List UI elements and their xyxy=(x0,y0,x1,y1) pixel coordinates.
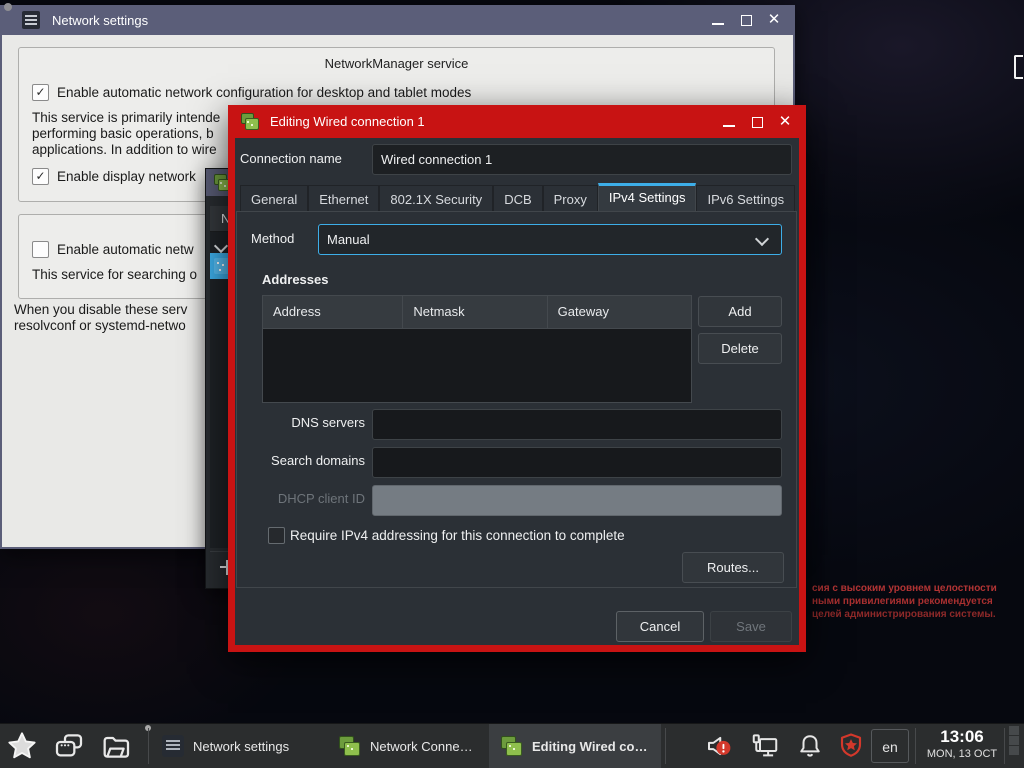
minimize-icon[interactable] xyxy=(711,13,725,27)
addresses-label: Addresses xyxy=(262,272,328,287)
separator xyxy=(665,728,666,764)
delete-button[interactable]: Delete xyxy=(698,333,782,364)
method-label: Method xyxy=(251,231,294,246)
service-desc-line1: This service is primarily intende xyxy=(32,110,220,125)
dns-servers-input[interactable] xyxy=(372,409,782,440)
network-connections-app-icon xyxy=(499,734,523,758)
watermark-line: целей администрирования системы. xyxy=(812,608,997,621)
addresses-table-header: Address Netmask Gateway xyxy=(263,296,691,329)
desktop: сия с высоким уровнем целостности ными п… xyxy=(0,0,1024,768)
footer-line1: When you disable these serv xyxy=(14,302,187,317)
dns-servers-label: DNS servers xyxy=(235,415,365,430)
search-desc: This service for searching o xyxy=(32,267,197,282)
panel-edge-widget[interactable] xyxy=(1009,726,1019,756)
auto-search-checkbox[interactable] xyxy=(32,241,49,258)
dialog-body: Connection name Wired connection 1 Gener… xyxy=(235,138,799,645)
dhcp-client-id-input xyxy=(372,485,782,516)
dialog-title: Editing Wired connection 1 xyxy=(270,114,425,129)
volume-muted-icon[interactable] xyxy=(704,731,734,761)
footer-line2: resolvconf or systemd-netwo xyxy=(14,318,186,333)
gateway-column-header[interactable]: Gateway xyxy=(548,296,691,328)
require-ipv4-checkbox[interactable] xyxy=(268,527,285,544)
separator xyxy=(148,728,149,764)
keyboard-layout-indicator[interactable]: en xyxy=(871,729,909,763)
watermark-line: сия с высоким уровнем целостности xyxy=(812,582,997,595)
favorites-star-icon[interactable] xyxy=(6,730,38,762)
watermark-line: ными привилегиями рекомендуется xyxy=(812,595,997,608)
security-shield-icon[interactable] xyxy=(836,731,866,761)
file-manager-folder-icon[interactable] xyxy=(100,730,132,762)
edit-connection-dialog: Editing Wired connection 1 ✕ Connection … xyxy=(228,105,806,652)
service-desc-line2: performing basic operations, b xyxy=(32,126,214,141)
tab-dcb[interactable]: DCB xyxy=(493,185,542,212)
close-icon[interactable]: ✕ xyxy=(767,13,781,27)
connection-name-label: Connection name xyxy=(240,151,342,166)
addresses-table[interactable]: Address Netmask Gateway xyxy=(262,295,692,403)
connection-name-input[interactable]: Wired connection 1 xyxy=(372,144,792,175)
display-network-checkbox[interactable]: ✓ xyxy=(32,168,49,185)
window-list-icon[interactable] xyxy=(53,730,85,762)
desktop-watermark: сия с высоким уровнем целостности ными п… xyxy=(812,582,997,621)
display-network-checkbox-label: Enable display network xyxy=(57,169,196,184)
tab-ethernet[interactable]: Ethernet xyxy=(308,185,379,212)
cancel-button[interactable]: Cancel xyxy=(616,611,704,642)
maximize-icon[interactable] xyxy=(750,115,764,129)
network-connections-app-icon xyxy=(337,734,361,758)
service-desc-line3: applications. In addition to wire xyxy=(32,142,217,157)
edit-connection-titlebar[interactable]: Editing Wired connection 1 ✕ xyxy=(228,105,806,138)
notifications-bell-icon[interactable] xyxy=(795,731,825,761)
tab-proxy[interactable]: Proxy xyxy=(543,185,598,212)
network-settings-app-icon xyxy=(162,735,184,757)
window-title: Network settings xyxy=(52,13,148,28)
netmask-column-header[interactable]: Netmask xyxy=(403,296,547,328)
network-settings-app-icon xyxy=(22,11,40,29)
dialog-app-icon xyxy=(239,112,259,132)
auto-network-checkbox[interactable]: ✓ xyxy=(32,84,49,101)
close-icon[interactable]: ✕ xyxy=(778,115,792,129)
dhcp-client-id-label: DHCP client ID xyxy=(235,491,365,506)
wired-network-icon[interactable] xyxy=(750,731,780,761)
require-ipv4-checkbox-label: Require IPv4 addressing for this connect… xyxy=(290,528,625,543)
taskbar-item-network-connections[interactable]: Network Connec… xyxy=(327,724,488,768)
taskbar: Network settings Network Connec… Editing… xyxy=(0,723,1024,768)
search-domains-input[interactable] xyxy=(372,447,782,478)
chevron-down-icon xyxy=(755,232,769,246)
tab-bar: General Ethernet 802.1X Security DCB Pro… xyxy=(240,183,795,212)
network-settings-titlebar[interactable]: Network settings ✕ xyxy=(0,5,795,35)
tab-8021x-security[interactable]: 802.1X Security xyxy=(379,185,493,212)
maximize-icon[interactable] xyxy=(739,13,753,27)
routes-button[interactable]: Routes... xyxy=(682,552,784,583)
corner-indicator-dot xyxy=(4,3,12,11)
chevron-down-icon[interactable] xyxy=(214,239,228,253)
method-dropdown[interactable]: Manual xyxy=(318,224,782,255)
auto-network-checkbox-label: Enable automatic network configuration f… xyxy=(57,85,471,100)
auto-search-checkbox-label: Enable automatic netw xyxy=(57,242,194,257)
clock-date: MON, 13 OCT xyxy=(918,747,1006,761)
add-button[interactable]: Add xyxy=(698,296,782,327)
tab-ipv6-settings[interactable]: IPv6 Settings xyxy=(696,185,795,212)
search-domains-label: Search domains xyxy=(235,453,365,468)
group-title: NetworkManager service xyxy=(19,56,774,71)
taskbar-item-network-settings[interactable]: Network settings xyxy=(152,724,325,768)
screen-edge-cursor xyxy=(1014,55,1023,79)
tab-general[interactable]: General xyxy=(240,185,308,212)
taskbar-item-editing-wired[interactable]: Editing Wired co… xyxy=(489,724,661,768)
tab-ipv4-settings[interactable]: IPv4 Settings xyxy=(598,183,697,212)
address-column-header[interactable]: Address xyxy=(263,296,403,328)
clock-time: 13:06 xyxy=(918,727,1006,747)
separator xyxy=(1004,728,1005,764)
separator xyxy=(915,728,916,764)
clock[interactable]: 13:06 MON, 13 OCT xyxy=(918,727,1006,761)
save-button: Save xyxy=(710,611,792,642)
minimize-icon[interactable] xyxy=(722,115,736,129)
